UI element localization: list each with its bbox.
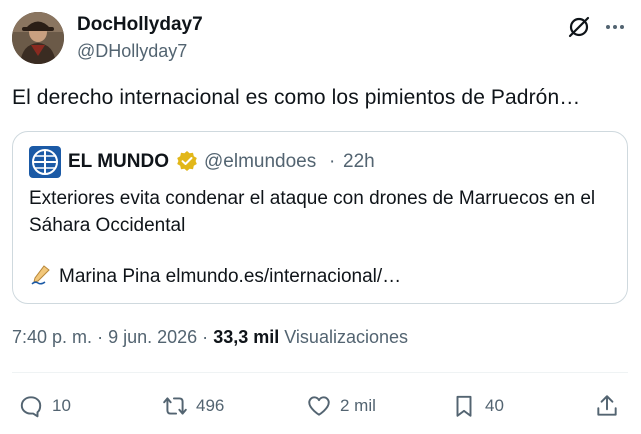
quoted-timestamp[interactable]: 22h	[343, 151, 375, 173]
reply-button[interactable]: 10	[18, 391, 71, 421]
quoted-author-name: EL MUNDO	[68, 151, 169, 172]
reply-icon	[20, 396, 42, 418]
post-time[interactable]: 7:40 p. m.	[12, 327, 92, 347]
views-label: Visualizaciones	[284, 327, 408, 347]
divider	[12, 372, 628, 373]
quoted-credit-line: Marina Pina elmundo.es/internacional/…	[29, 264, 401, 288]
share-icon	[597, 395, 617, 416]
post-date[interactable]: 9 jun. 2026	[108, 327, 197, 347]
quoted-tweet-card[interactable]: EL MUNDO @elmundoes · 22h Exteriores evi…	[12, 131, 628, 304]
bookmark-icon	[456, 395, 472, 417]
like-icon	[308, 396, 330, 416]
views-count: 33,3 mil	[213, 327, 280, 347]
like-button[interactable]: 2 mil	[306, 391, 376, 421]
separator-dot: ·	[97, 327, 104, 347]
bookmark-count: 40	[485, 396, 504, 415]
tweet-text: El derecho internacional es como los pim…	[12, 86, 581, 109]
verified-icon	[176, 150, 198, 172]
bookmark-button[interactable]: 40	[451, 391, 504, 421]
repost-count: 496	[196, 396, 225, 415]
separator-dot: ·	[329, 151, 336, 172]
writing-hand-icon	[29, 264, 53, 286]
avatar[interactable]	[12, 12, 64, 64]
repost-button[interactable]: 496	[162, 391, 224, 421]
quoted-author-handle: @elmundoes	[204, 151, 317, 172]
author-handle[interactable]: @DHollyday7	[77, 41, 187, 62]
retweet-icon	[163, 397, 187, 415]
share-button[interactable]	[594, 391, 620, 421]
more-icon[interactable]	[602, 14, 628, 40]
grok-icon[interactable]	[566, 14, 592, 40]
author-display-name[interactable]: DocHollyday7	[77, 14, 203, 36]
quoted-credit-text: Marina Pina elmundo.es/internacional/…	[59, 266, 402, 287]
quoted-tweet-text: Exteriores evita condenar el ataque con …	[29, 188, 596, 236]
like-count: 2 mil	[340, 396, 376, 415]
reply-count: 10	[52, 396, 71, 415]
tweet-meta: 7:40 p. m. · 9 jun. 2026 · 33,3 mil Visu…	[12, 327, 408, 348]
el-mundo-logo	[29, 146, 61, 178]
separator-dot: ·	[202, 327, 209, 347]
